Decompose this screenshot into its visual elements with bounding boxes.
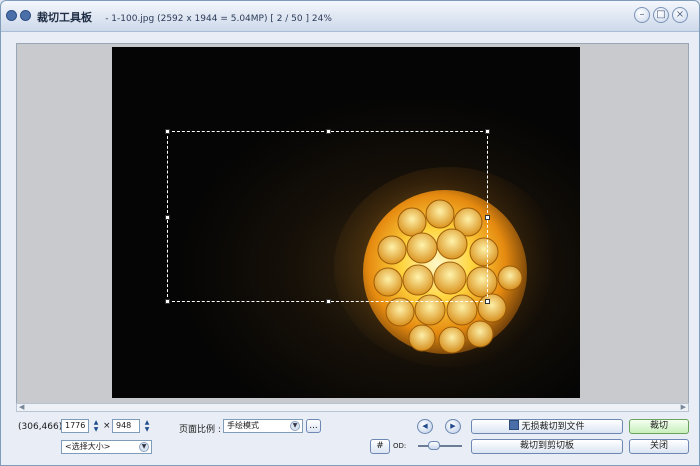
prev-icon: ◀ [422,422,428,430]
crop-handle-bottom-left[interactable] [165,299,170,304]
width-stepper[interactable]: ▲ ▼ [91,419,101,433]
horizontal-scrollbar[interactable]: ◀ ▶ [16,403,689,412]
crop-to-clipboard-button[interactable]: 裁切到剪切板 [471,439,623,454]
prev-image-button[interactable]: ◀ [417,419,433,434]
height-down-icon[interactable]: ▼ [142,426,152,433]
od-slider-track[interactable] [418,445,462,447]
close-button[interactable]: 关闭 [629,439,689,454]
ratio-select[interactable]: 手绘模式 ▼ [223,419,303,433]
minimize-icon: – [639,9,645,20]
crop-height-input[interactable]: 948 [112,419,140,433]
chevron-down-icon: ▼ [290,421,300,431]
ratio-value: 手绘模式 [227,421,259,430]
crop-handle-bottom[interactable] [326,299,331,304]
ratio-label: 页面比例 : [179,425,221,435]
image-viewport[interactable] [16,43,689,405]
crop-selection[interactable] [165,129,490,304]
cursor-coordinates: (306,466) [18,422,63,432]
ratio-more-button[interactable]: ... [306,419,321,433]
times-sign: × [103,421,111,431]
crop-width-input[interactable]: 1776 [61,419,89,433]
grid-toggle-button[interactable]: # [370,439,390,454]
save-icon [509,420,520,430]
next-icon: ▶ [450,422,456,430]
width-down-icon[interactable]: ▼ [91,426,101,433]
close-icon: × [675,9,685,20]
height-up-icon[interactable]: ▲ [142,419,152,426]
title-bar: 裁切工具板 - 1-100.jpg (2592 x 1944 = 5.04MP)… [1,1,699,32]
lossless-crop-to-file-button[interactable]: 无损裁切到文件 [471,419,623,434]
crop-tool-window: 裁切工具板 - 1-100.jpg (2592 x 1944 = 5.04MP)… [0,0,700,466]
minimize-button[interactable]: – [634,7,650,23]
maximize-button[interactable]: □ [653,7,669,23]
window-pin-icon[interactable] [20,10,31,21]
size-preset-value: <选择大小> [65,442,111,451]
od-label: OD: [393,442,407,450]
close-window-button[interactable]: × [672,7,688,23]
scroll-right-icon[interactable]: ▶ [681,404,686,411]
crop-handle-bottom-right[interactable] [485,299,490,304]
scroll-left-icon[interactable]: ◀ [19,404,24,411]
crop-handle-left[interactable] [165,215,170,220]
maximize-icon: □ [656,9,666,20]
chevron-down-icon: ▼ [139,442,149,452]
width-up-icon[interactable]: ▲ [91,419,101,426]
window-title: 裁切工具板 - 1-100.jpg (2592 x 1944 = 5.04MP)… [37,9,332,25]
image-info: - 1-100.jpg (2592 x 1944 = 5.04MP) [ 2 /… [105,14,332,24]
photo [112,47,580,398]
crop-handle-right[interactable] [485,215,490,220]
height-stepper[interactable]: ▲ ▼ [142,419,152,433]
crop-handle-top-left[interactable] [165,129,170,134]
next-image-button[interactable]: ▶ [445,419,461,434]
window-menu-icon[interactable] [6,10,17,21]
app-title: 裁切工具板 [37,11,92,24]
crop-handle-top[interactable] [326,129,331,134]
lossless-crop-label: 无损裁切到文件 [521,422,585,432]
od-slider-thumb[interactable] [428,441,440,450]
crop-button[interactable]: 裁切 [629,419,689,434]
crop-handle-top-right[interactable] [485,129,490,134]
size-preset-select[interactable]: <选择大小> ▼ [61,440,152,454]
